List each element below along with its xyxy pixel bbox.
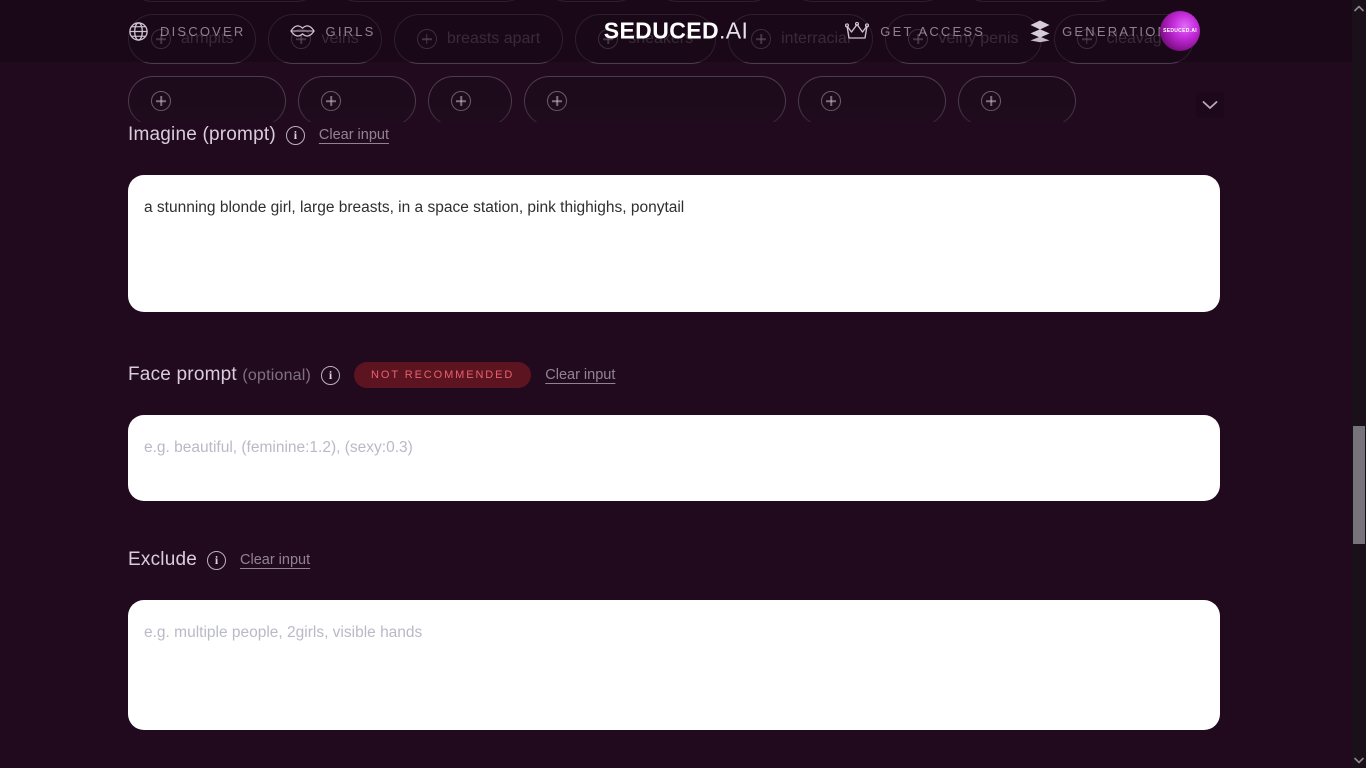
nav-item-discover[interactable]: DISCOVER [128, 21, 246, 42]
plus-icon [821, 91, 841, 111]
field-header: Exclude i Clear input [128, 545, 1224, 575]
exclude-input[interactable]: e.g. multiple people, 2girls, visible ha… [128, 600, 1220, 730]
tag-pill[interactable] [958, 76, 1076, 122]
top-navigation-bar: DISCOVER GIRLS GET ACCESS GENERATIONS SE… [0, 0, 1352, 62]
clear-input-exclude-button[interactable]: Clear input [240, 552, 310, 568]
not-recommended-badge: NOT RECOMMENDED [354, 362, 532, 388]
tag-pill[interactable] [428, 76, 512, 122]
tag-row [128, 76, 1224, 122]
layers-icon [1030, 20, 1050, 43]
tag-pill[interactable] [524, 76, 786, 122]
field-face-prompt: Face prompt (optional) i NOT RECOMMENDED… [128, 360, 1224, 501]
scrollbar-down-button[interactable] [1352, 752, 1366, 768]
field-imagine: Imagine (prompt) i Clear input a stunnin… [128, 120, 1224, 312]
info-icon[interactable]: i [321, 365, 341, 385]
avatar-label: SEDUCED.AI [1163, 28, 1197, 34]
plus-icon [547, 91, 567, 111]
info-icon[interactable]: i [207, 550, 226, 570]
nav-item-get-access[interactable]: GET ACCESS [845, 21, 986, 41]
field-label-text: Face prompt [128, 364, 237, 385]
nav-item-generations[interactable]: GENERATIONS [1029, 19, 1180, 43]
tag-pill[interactable] [298, 76, 416, 122]
generate-form: Imagine (prompt) i Clear input a stunnin… [0, 120, 1352, 768]
face-prompt-placeholder: e.g. beautiful, (feminine:1.2), (sexy:0.… [144, 439, 413, 456]
plus-icon [451, 91, 471, 111]
field-label-face-prompt: Face prompt (optional) [128, 364, 311, 386]
lips-icon [289, 25, 315, 37]
avatar[interactable]: SEDUCED.AI [1160, 11, 1200, 51]
page-scrollbar[interactable] [1352, 0, 1366, 768]
plus-icon [151, 91, 171, 111]
brand-logo[interactable]: SEDUCED.AI [604, 18, 749, 45]
scrollbar-thumb[interactable] [1353, 426, 1365, 544]
face-prompt-input[interactable]: e.g. beautiful, (feminine:1.2), (sexy:0.… [128, 415, 1220, 501]
brand-name: SEDUCED [603, 17, 719, 44]
brand-suffix: .AI [718, 17, 749, 44]
plus-icon [321, 91, 341, 111]
field-header: Face prompt (optional) i NOT RECOMMENDED… [128, 360, 1224, 390]
crown-icon [845, 21, 870, 39]
field-label-imagine: Imagine (prompt) [128, 124, 276, 145]
nav-label: GIRLS [325, 23, 376, 39]
info-icon[interactable]: i [285, 125, 305, 145]
imagine-prompt-value: a stunning blonde girl, large breasts, i… [144, 199, 685, 216]
field-exclude: Exclude i Clear input e.g. multiple peop… [128, 545, 1224, 730]
nav-left-group: DISCOVER GIRLS [128, 21, 654, 42]
clear-input-imagine-button[interactable]: Clear input [319, 127, 389, 143]
nav-label: GET ACCESS [880, 23, 986, 39]
imagine-prompt-input[interactable]: a stunning blonde girl, large breasts, i… [128, 175, 1220, 312]
tag-pill[interactable] [798, 76, 946, 122]
field-header: Imagine (prompt) i Clear input [128, 120, 1224, 150]
scrollbar-up-button[interactable] [1352, 0, 1366, 16]
plus-icon [981, 91, 1001, 111]
tag-pill[interactable] [128, 76, 286, 122]
chevron-down-icon [1354, 757, 1364, 763]
app-page: dark brown cock female pubic hair tan m … [0, 0, 1352, 768]
nav-label: DISCOVER [160, 23, 246, 39]
globe-icon [129, 21, 148, 41]
chevron-up-icon [1354, 5, 1364, 11]
tag-cloud-collapse-button[interactable] [1196, 92, 1224, 118]
nav-item-girls[interactable]: GIRLS [289, 23, 376, 39]
field-label-optional: (optional) [242, 367, 312, 384]
chevron-down-icon [1202, 101, 1218, 109]
exclude-placeholder: e.g. multiple people, 2girls, visible ha… [144, 624, 423, 641]
clear-input-face-prompt-button[interactable]: Clear input [545, 367, 615, 383]
field-label-exclude: Exclude [128, 549, 197, 570]
